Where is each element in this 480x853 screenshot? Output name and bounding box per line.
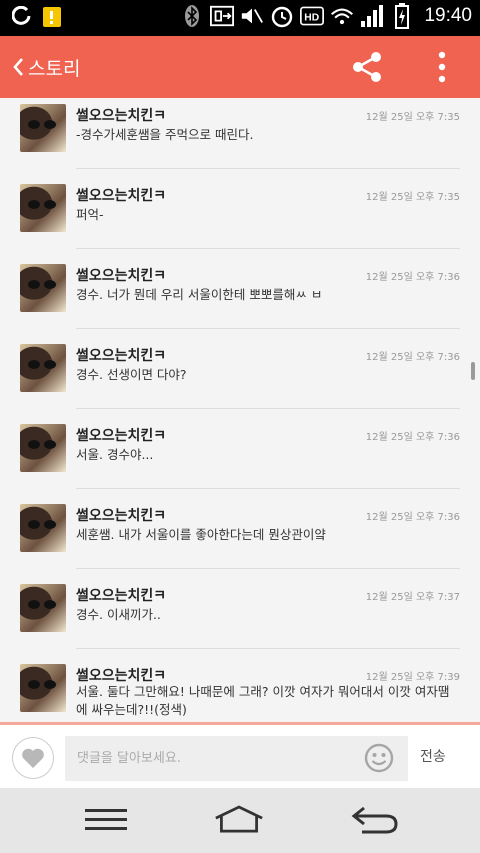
avatar[interactable] [20, 264, 66, 312]
comment-author: 썰오으는치킨ㅋ [76, 508, 167, 524]
comment-time: 12월 25일 오후 7:37 [365, 592, 460, 603]
back-arrow-icon[interactable] [350, 804, 400, 836]
comment-list[interactable]: 썰오으는치킨ㅋ 12월 25일 오후 7:35 -경수가세훈쌤을 주먹으로 때린… [0, 98, 480, 722]
comment-time: 12월 25일 오후 7:35 [365, 192, 460, 203]
o-app-icon [10, 4, 34, 30]
battery-charging-icon [390, 3, 414, 29]
share-icon[interactable] [350, 50, 384, 84]
comment-item: 썰오으는치킨ㅋ 12월 25일 오후 7:35 퍼억- [0, 178, 480, 258]
send-button[interactable]: 전송 [420, 746, 446, 766]
comment-time: 12월 25일 오후 7:36 [365, 352, 460, 363]
kakao-notification-icon [40, 4, 64, 30]
comment-time: 12월 25일 오후 7:36 [365, 512, 460, 523]
comment-item: 썰오으는치킨ㅋ 12월 25일 오후 7:36 경수. 너가 뭔데 우리 서울이… [0, 258, 480, 338]
comment-author: 썰오으는치킨ㅋ [76, 588, 167, 604]
avatar[interactable] [20, 104, 66, 152]
app-bar: 스토리 [0, 36, 480, 98]
comment-time: 12월 25일 오후 7:36 [365, 432, 460, 443]
comment-time: 12월 25일 오후 7:39 [365, 672, 460, 683]
like-button[interactable] [12, 737, 54, 779]
comment-author: 썰오으는치킨ㅋ [76, 668, 167, 684]
signal-icon [360, 3, 384, 29]
comment-author: 썰오으는치킨ㅋ [76, 348, 167, 364]
comment-time: 12월 25일 오후 7:35 [365, 112, 460, 123]
divider [76, 488, 460, 489]
comment-text: 경수. 너가 뭔데 우리 서울이한테 뽀뽀를해ㅆ ㅂ [76, 287, 323, 302]
menu-icon[interactable] [83, 804, 133, 836]
comment-text: -경수가세훈쌤을 주먹으로 때린다. [76, 127, 254, 142]
status-bar: HD 19:40 [0, 0, 480, 36]
comment-author: 썰오으는치킨ㅋ [76, 108, 167, 124]
bluetooth-icon [180, 3, 204, 29]
comment-text: 서울. 경수야... [76, 447, 154, 462]
home-icon[interactable] [214, 804, 264, 836]
comment-item: 썰오으는치킨ㅋ 12월 25일 오후 7:36 경수. 선생이면 다야? [0, 338, 480, 418]
heart-icon [22, 748, 44, 768]
comment-input-bar: 전송 [0, 722, 480, 788]
comment-item: 썰오으는치킨ㅋ 12월 25일 오후 7:36 서울. 경수야... [0, 418, 480, 498]
comment-author: 썰오으는치킨ㅋ [76, 268, 167, 284]
comment-input[interactable] [65, 736, 355, 781]
avatar[interactable] [20, 184, 66, 232]
system-nav-bar [0, 788, 480, 853]
divider [76, 168, 460, 169]
status-clock: 19:40 [424, 5, 472, 26]
divider [76, 408, 460, 409]
divider [76, 568, 460, 569]
wifi-icon [330, 3, 354, 29]
comment-box [65, 736, 408, 781]
comment-item: 썰오으는치킨ㅋ 12월 25일 오후 7:37 경수. 이새끼가.. [0, 578, 480, 658]
comment-text: 경수. 이새끼가.. [76, 607, 161, 622]
comment-text: 서울. 둘다 그만해요! 나때문에 그래? 이깟 여자가 뭐어대서 이깟 여자땜… [76, 684, 450, 717]
chevron-left-icon [13, 58, 23, 76]
divider [76, 648, 460, 649]
comment-author: 썰오으는치킨ㅋ [76, 188, 167, 204]
avatar[interactable] [20, 504, 66, 552]
comment-item: 썰오으는치킨ㅋ 12월 25일 오후 7:36 세훈쌤. 내가 서울이를 좋아한… [0, 498, 480, 578]
comment-item: 썰오으는치킨ㅋ 12월 25일 오후 7:35 -경수가세훈쌤을 주먹으로 때린… [0, 98, 480, 178]
comment-time: 12월 25일 오후 7:36 [365, 272, 460, 283]
svg-text:HD: HD [305, 12, 320, 23]
smiley-icon[interactable] [363, 742, 395, 774]
comment-text: 세훈쌤. 내가 서울이를 좋아한다는데 뭔상관이얔 [76, 527, 326, 542]
avatar[interactable] [20, 584, 66, 632]
avatar[interactable] [20, 424, 66, 472]
comment-text: 퍼억- [76, 207, 104, 222]
divider [76, 328, 460, 329]
page-title: 스토리 [28, 57, 81, 80]
comment-author: 썰오으는치킨ㅋ [76, 428, 167, 444]
divider [76, 248, 460, 249]
mute-icon [240, 3, 264, 29]
avatar[interactable] [20, 664, 66, 712]
alarm-icon [270, 3, 294, 29]
more-vert-icon[interactable] [428, 50, 456, 84]
comment-text: 경수. 선생이면 다야? [76, 367, 187, 382]
hd-icon: HD [300, 3, 325, 29]
scrollbar-thumb[interactable] [471, 362, 475, 380]
comment-item: 썰오으는치킨ㅋ 12월 25일 오후 7:39 서울. 둘다 그만해요! 나때문… [0, 658, 480, 722]
avatar[interactable] [20, 344, 66, 392]
back-button[interactable]: 스토리 [12, 50, 80, 84]
nfc-icon [210, 3, 235, 29]
